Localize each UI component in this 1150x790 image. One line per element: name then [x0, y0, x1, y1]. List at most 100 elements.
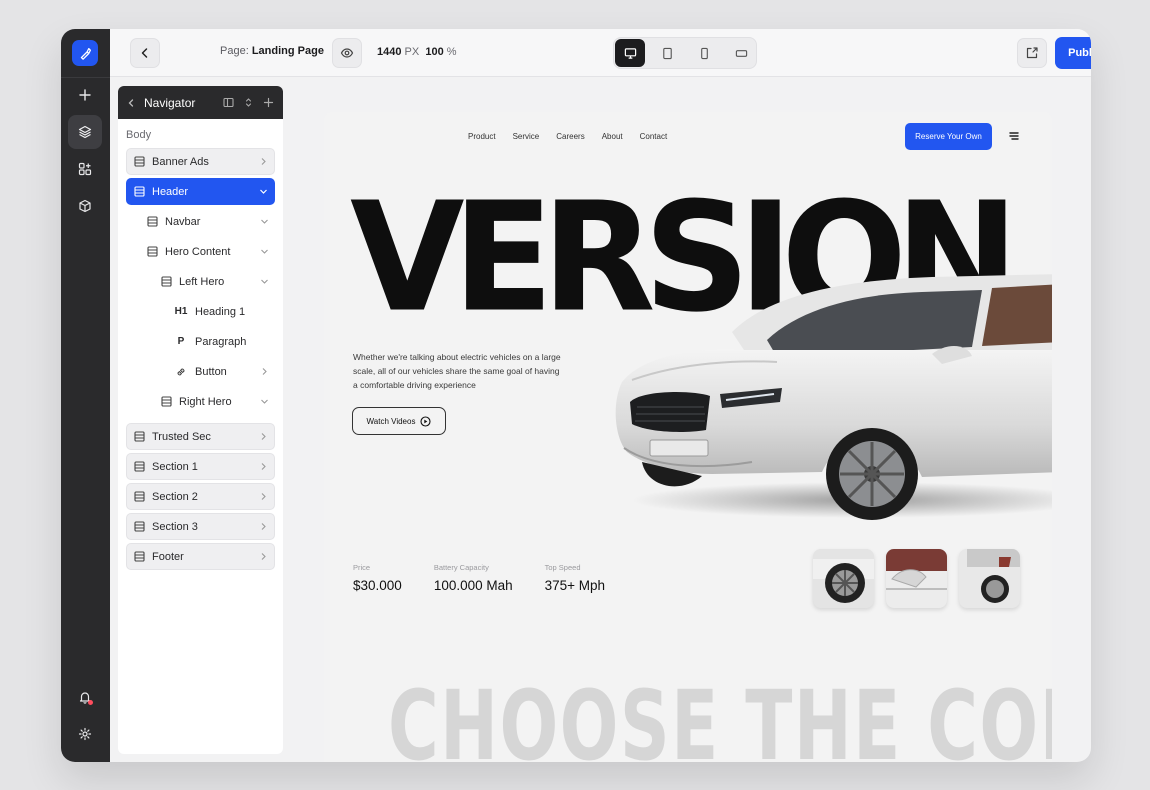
publish-button[interactable]: Publish — [1055, 37, 1091, 69]
chevron-right-icon — [257, 156, 269, 168]
stat-value: 100.000 Mah — [433, 578, 513, 593]
tree-item-label: Heading 1 — [195, 305, 246, 318]
section-icon — [133, 156, 145, 168]
tree-item-footer[interactable]: Footer — [126, 543, 275, 570]
mobile-view-button[interactable] — [689, 39, 719, 67]
section-icon — [160, 276, 172, 288]
stat-label: Battery Capacity — [433, 563, 489, 572]
app-logo[interactable] — [72, 40, 98, 66]
zoom-unit: % — [446, 46, 457, 58]
tree-item-banner-ads[interactable]: Banner Ads — [126, 148, 275, 175]
collapse-panel-icon[interactable] — [126, 98, 136, 108]
site-nav-careers[interactable]: Careers — [556, 132, 584, 141]
stat-price: Price $30.000 — [353, 563, 402, 593]
tree-item-section-1[interactable]: Section 1 — [126, 453, 275, 480]
thumbnail-mirror[interactable] — [886, 549, 947, 608]
tree-item-right-hero[interactable]: Right Hero — [126, 388, 275, 415]
tree-item-label: Navbar — [165, 215, 201, 228]
tool-rail — [61, 29, 110, 762]
hamburger-menu-icon[interactable] — [1008, 130, 1020, 142]
canvas-size[interactable]: 1440 PX 100 % — [377, 46, 457, 58]
page-selector[interactable]: Page: Landing Page — [220, 45, 324, 57]
watch-videos-label: Watch Videos — [366, 416, 416, 426]
cube-icon — [79, 199, 91, 213]
tree-item-label: Right Hero — [179, 395, 232, 408]
navigator-title: Navigator — [144, 95, 196, 110]
navigator-tree: Body Banner Ads Header Navbar Hero Conte… — [118, 119, 283, 579]
tree-item-label: Banner Ads — [152, 155, 209, 168]
choose-color-heading: CHOOSE THE COLOR — [388, 670, 1052, 762]
tree-item-left-hero[interactable]: Left Hero — [126, 268, 275, 295]
width-value: 1440 — [377, 46, 402, 58]
design-canvas[interactable]: Product Service Careers About Contact Re… — [324, 112, 1052, 762]
back-button[interactable] — [130, 38, 160, 68]
chevron-down-icon — [258, 276, 270, 288]
tree-item-section-2[interactable]: Section 2 — [126, 483, 275, 510]
tree-item-label: Section 3 — [152, 520, 198, 533]
assets-button[interactable] — [68, 189, 102, 223]
site-nav-service[interactable]: Service — [513, 132, 540, 141]
chevron-down-icon — [258, 216, 270, 228]
car-image — [615, 274, 1052, 520]
desktop-view-button[interactable] — [615, 39, 645, 67]
thumbnail-rear[interactable] — [959, 549, 1020, 608]
app-window: Page: Landing Page 1440 PX 100 % Publ Na… — [61, 29, 1091, 762]
tree-item-header[interactable]: Header — [126, 178, 275, 205]
preview-button[interactable] — [332, 38, 362, 68]
chevron-right-icon — [257, 491, 269, 503]
add-element-icon[interactable] — [261, 96, 275, 110]
section-icon — [146, 216, 158, 228]
width-unit: PX — [404, 46, 420, 58]
components-icon — [78, 162, 92, 176]
chevron-right-icon — [257, 551, 269, 563]
notification-dot — [88, 700, 93, 705]
tree-item-button[interactable]: Button — [126, 358, 275, 385]
chevron-down-icon — [257, 186, 269, 198]
stat-battery: Battery Capacity 100.000 Mah — [434, 563, 513, 593]
tree-item-trusted-sec[interactable]: Trusted Sec — [126, 423, 275, 450]
tree-item-label: Section 2 — [152, 490, 198, 503]
plus-icon — [79, 89, 91, 101]
external-edit-icon — [1026, 47, 1038, 59]
add-button[interactable] — [68, 78, 102, 112]
split-view-icon[interactable] — [221, 96, 235, 110]
zoom-value: 100 — [425, 46, 444, 58]
settings-button[interactable] — [68, 717, 102, 751]
landscape-view-button[interactable] — [726, 39, 756, 67]
reserve-button[interactable]: Reserve Your Own — [905, 123, 992, 150]
notifications-button[interactable] — [68, 680, 102, 714]
tree-item-paragraph[interactable]: P Paragraph — [126, 328, 275, 355]
sort-icon[interactable] — [241, 96, 255, 110]
tablet-view-button[interactable] — [652, 39, 682, 67]
section-icon — [133, 461, 145, 473]
spec-stats: Price $30.000 Battery Capacity 100.000 M… — [353, 563, 637, 593]
top-bar: Page: Landing Page 1440 PX 100 % Publ — [110, 29, 1091, 77]
tablet-icon — [662, 47, 672, 59]
page-prefix: Page: — [220, 45, 249, 57]
heading-tag: H1 — [174, 306, 188, 317]
tree-item-label: Button — [195, 365, 227, 378]
play-circle-icon — [420, 415, 432, 427]
section-icon — [146, 246, 158, 258]
tree-item-navbar[interactable]: Navbar — [126, 208, 275, 235]
site-nav: Product Service Careers About Contact — [468, 132, 667, 141]
thumbnail-wheel[interactable] — [813, 549, 874, 608]
tree-item-hero-content[interactable]: Hero Content — [126, 238, 275, 265]
components-button[interactable] — [68, 152, 102, 186]
stat-top-speed: Top Speed 375+ Mph — [545, 563, 605, 593]
chevron-right-icon — [258, 366, 270, 378]
edit-button[interactable] — [1017, 38, 1047, 68]
tree-item-heading-1[interactable]: H1 Heading 1 — [126, 298, 275, 325]
site-nav-contact[interactable]: Contact — [640, 132, 668, 141]
section-icon — [133, 186, 145, 198]
body-label: Body — [126, 129, 152, 141]
site-nav-product[interactable]: Product — [468, 132, 496, 141]
layers-button[interactable] — [68, 115, 102, 149]
mobile-icon — [700, 47, 708, 59]
chevron-right-icon — [257, 461, 269, 473]
tree-item-section-3[interactable]: Section 3 — [126, 513, 275, 540]
watch-videos-button[interactable]: Watch Videos — [352, 407, 446, 435]
site-nav-about[interactable]: About — [602, 132, 623, 141]
chevron-right-icon — [257, 521, 269, 533]
landscape-icon — [735, 49, 747, 57]
